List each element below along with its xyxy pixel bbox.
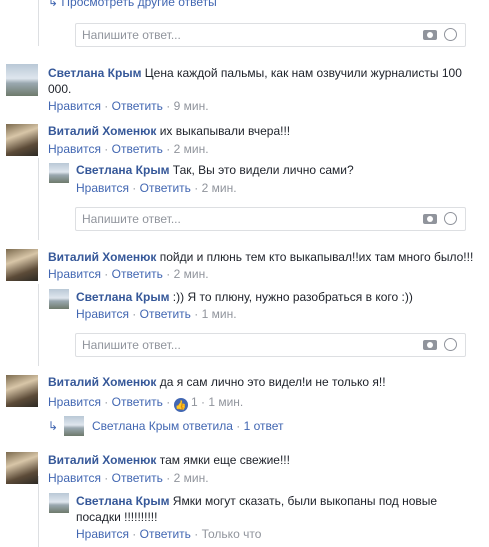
comment-time[interactable]: 2 мин. <box>174 471 209 485</box>
comment-author[interactable]: Виталий Хоменюк <box>48 375 156 389</box>
reply-input[interactable]: Напишите ответ... <box>75 23 466 47</box>
comment-time[interactable]: 9 мин. <box>174 99 209 113</box>
replies-count[interactable]: 1 ответ <box>244 419 284 433</box>
more-replies-row[interactable]: ↳ Просмотреть другие ответы <box>48 0 217 10</box>
reply-link[interactable]: Ответить <box>140 527 191 541</box>
avatar[interactable] <box>49 163 69 183</box>
reply: Светлана Крым :)) Я то плюну, нужно разо… <box>76 289 413 305</box>
avatar[interactable] <box>49 493 69 513</box>
like-link[interactable]: Нравится <box>76 527 129 541</box>
comment-text: пойди и плюнь тем кто выкапывал!!их там … <box>159 250 474 264</box>
comment-time[interactable]: Только что <box>202 527 262 541</box>
comment-author[interactable]: Виталий Хоменюк <box>48 453 156 467</box>
comment: Виталий Хоменюк да я сам лично это видел… <box>48 374 386 390</box>
comment-author[interactable]: Светлана Крым <box>48 66 141 80</box>
thread-line <box>38 158 39 240</box>
comment-actions: Нравится · Ответить · 2 мин. <box>48 471 209 485</box>
comment-time[interactable]: 2 мин. <box>174 267 209 281</box>
comment-time[interactable]: 1 мин. <box>202 307 237 321</box>
reply-link[interactable]: Ответить <box>112 99 163 113</box>
comment-text-cont: 000. <box>48 82 72 96</box>
reply-input-placeholder: Напишите ответ... <box>82 212 181 226</box>
reply-link[interactable]: Ответить <box>140 307 191 321</box>
like-link[interactable]: Нравится <box>48 267 101 281</box>
like-link[interactable]: Нравится <box>48 471 101 485</box>
comment-actions: Нравится · Ответить · 1 мин. <box>76 307 237 321</box>
reply-input-placeholder: Напишите ответ... <box>82 338 181 352</box>
thread-line <box>38 476 39 547</box>
comment-text: Ямки могут сказать, были выкопаны под но… <box>172 494 438 508</box>
comment-text: там ямки еще свежие!!! <box>159 453 290 467</box>
reply-arrow-icon: ↳ <box>48 0 59 9</box>
comment-time[interactable]: 1 мин. <box>208 395 243 409</box>
comment-actions: Нравится · Ответить · 9 мин. <box>48 99 209 113</box>
camera-icon[interactable] <box>423 214 437 224</box>
comment-text: :)) Я то плюну, нужно разобраться в кого… <box>172 290 413 304</box>
thumbs-up-icon[interactable]: 👍 <box>173 398 188 412</box>
avatar[interactable] <box>6 452 38 484</box>
comment-author[interactable]: Светлана Крым <box>76 494 169 508</box>
comment-text: их выкапывали вчера!!! <box>159 124 291 138</box>
comment: Виталий Хоменюк их выкапывали вчера!!! <box>48 123 290 139</box>
replies-summary[interactable]: Светлана Крым ответила · 1 ответ <box>92 418 284 434</box>
like-count[interactable]: 1 <box>191 395 198 409</box>
comment-time[interactable]: 2 мин. <box>174 142 209 156</box>
avatar[interactable] <box>6 375 38 407</box>
comment-author[interactable]: Светлана Крым <box>76 163 169 177</box>
comment-text-cont: посадки !!!!!!!!!! <box>76 510 158 524</box>
like-link[interactable]: Нравится <box>76 307 129 321</box>
reply-link[interactable]: Ответить <box>112 395 163 409</box>
thread-line <box>38 284 39 366</box>
comment-time[interactable]: 2 мин. <box>202 181 237 195</box>
reply-arrow-icon: ↳ <box>48 419 59 433</box>
like-link[interactable]: Нравится <box>76 181 129 195</box>
comment-author[interactable]: Виталий Хоменюк <box>48 124 156 138</box>
more-replies-link[interactable]: Просмотреть другие ответы <box>61 0 216 9</box>
replies-summary-author[interactable]: Светлана Крым <box>92 419 179 433</box>
like-link[interactable]: Нравится <box>48 395 101 409</box>
camera-icon[interactable] <box>423 340 437 350</box>
like-link[interactable]: Нравится <box>48 99 101 113</box>
comment-author[interactable]: Светлана Крым <box>76 290 169 304</box>
reply-link[interactable]: Ответить <box>140 181 191 195</box>
comment-actions: Нравится · Ответить · Только что <box>76 527 262 541</box>
reply: Светлана Крым Так, Вы это видели лично с… <box>76 162 354 178</box>
replies-summary-row[interactable]: ↳ <box>48 418 58 434</box>
smiley-icon[interactable] <box>444 212 457 225</box>
reply-input[interactable]: Напишите ответ... <box>75 333 466 357</box>
reply-input[interactable]: Напишите ответ... <box>75 207 466 231</box>
smiley-icon[interactable] <box>444 338 457 351</box>
comment-actions: Нравится · Ответить · 2 мин. <box>76 181 237 195</box>
reply-link[interactable]: Ответить <box>112 471 163 485</box>
avatar[interactable] <box>49 289 69 309</box>
comment-text: Так, Вы это видели лично сами? <box>172 163 354 177</box>
comment-text: Цена каждой пальмы, как нам озвучили жур… <box>144 66 462 80</box>
replies-summary-verb[interactable]: ответила <box>183 419 233 433</box>
smiley-icon[interactable] <box>444 28 457 41</box>
avatar[interactable] <box>6 64 38 96</box>
camera-icon[interactable] <box>423 30 437 40</box>
thread-line <box>38 0 39 46</box>
comment-actions: Нравится · Ответить · 2 мин. <box>48 142 209 156</box>
reply-link[interactable]: Ответить <box>112 142 163 156</box>
reply-input-placeholder: Напишите ответ... <box>82 28 181 42</box>
comment-author[interactable]: Виталий Хоменюк <box>48 250 156 264</box>
reply-link[interactable]: Ответить <box>112 267 163 281</box>
reply: Светлана Крым Ямки могут сказать, были в… <box>76 493 437 509</box>
comment: Виталий Хоменюк пойди и плюнь тем кто вы… <box>48 249 473 265</box>
comment-actions: Нравится · Ответить · 👍 1 · 1 мин. <box>48 395 244 412</box>
avatar <box>64 416 84 436</box>
like-link[interactable]: Нравится <box>48 142 101 156</box>
comment: Светлана Крым Цена каждой пальмы, как на… <box>48 65 462 81</box>
avatar[interactable] <box>6 124 38 156</box>
comment: Виталий Хоменюк там ямки еще свежие!!! <box>48 452 290 468</box>
comment-actions: Нравится · Ответить · 2 мин. <box>48 267 209 281</box>
avatar[interactable] <box>6 249 38 281</box>
comment-text: да я сам лично это видел!и не только я!! <box>159 375 386 389</box>
